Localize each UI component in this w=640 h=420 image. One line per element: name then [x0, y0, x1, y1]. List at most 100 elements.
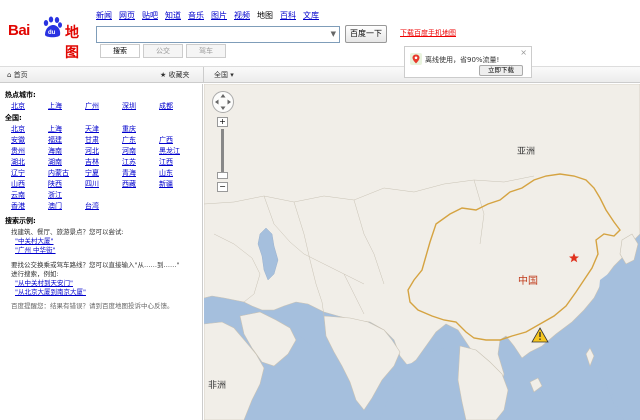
region-link[interactable]: 甘肃: [85, 135, 122, 145]
all-regions-list: 北京 上海 天津 重庆安徽 福建 甘肃 广东 广西贵州 海南 河北 河南 黑龙江湖北 湖南 吉林 江苏 江西辽…: [11, 124, 202, 211]
city-link[interactable]: 广州: [85, 101, 122, 111]
city-selector[interactable]: 全国 ▾: [214, 70, 234, 80]
label-asia: 亚洲: [517, 146, 535, 157]
map-canvas[interactable]: 亚洲 中国 非洲 + −: [204, 84, 640, 420]
example-hint: 要找公交换乘或驾车路线？您可以直接输入"从……到……": [11, 261, 180, 269]
region-link[interactable]: 贵州: [11, 146, 48, 156]
map-tiles: 亚洲 中国 非洲: [204, 84, 640, 420]
region-link[interactable]: 海南: [48, 146, 85, 156]
grid-spacer: [85, 190, 122, 200]
close-icon[interactable]: ×: [520, 48, 527, 57]
toolbar: ⌂ 首页 ★ 收藏夹 全国 ▾: [0, 66, 640, 83]
chevron-down-icon: ▾: [228, 71, 234, 79]
grid-spacer: [122, 190, 159, 200]
region-link[interactable]: 湖北: [11, 157, 48, 167]
download-app-link[interactable]: 下载百度手机地图: [400, 28, 456, 38]
search-button[interactable]: 百度一下: [345, 25, 387, 43]
example-hint: 找建筑、餐厅、旅游景点？您可以尝试:: [11, 228, 124, 236]
tab-search[interactable]: 搜索: [100, 44, 140, 58]
nav-web[interactable]: 网页: [119, 10, 135, 22]
region-link[interactable]: 江苏: [122, 157, 159, 167]
sidebar: 热点城市: 北京 上海 广州 深圳 成都 全国: 北京 上海 天津 重庆 安徽 福建 甘肃广…: [0, 84, 203, 420]
region-link[interactable]: 香港: [11, 201, 48, 211]
pan-control[interactable]: [212, 91, 234, 113]
tab-drive[interactable]: 驾车: [186, 44, 226, 58]
region-link[interactable]: 浙江: [48, 190, 85, 200]
example-link[interactable]: "从北京大厦到南京大厦": [15, 288, 86, 296]
nav-map: 地图: [257, 11, 273, 20]
region-link[interactable]: 北京: [11, 124, 48, 134]
offline-promo-popup: 离线使用，省90%流量! 立即下载 ×: [404, 46, 532, 78]
city-link[interactable]: 成都: [159, 101, 196, 111]
city-label: 全国: [214, 71, 228, 79]
baidu-map-logo[interactable]: Bai du 地图: [8, 14, 90, 61]
nav-video[interactable]: 视频: [234, 10, 250, 22]
search-input[interactable]: ▼: [96, 26, 340, 43]
grid-spacer: [159, 190, 196, 200]
region-link[interactable]: 吉林: [85, 157, 122, 167]
region-link[interactable]: 广东: [122, 135, 159, 145]
bay-of-bengal: [390, 348, 460, 420]
region-link[interactable]: 宁夏: [85, 168, 122, 178]
top-nav: 新闻 网页 贴吧 知道 音乐 图片 视频 地图 百科 文库: [96, 10, 326, 22]
nav-zhidao[interactable]: 知道: [165, 10, 181, 22]
nav-images[interactable]: 图片: [211, 10, 227, 22]
nav-wenku[interactable]: 文库: [303, 10, 319, 22]
zoom-slider-track[interactable]: [221, 129, 224, 173]
home-link[interactable]: ⌂ 首页: [7, 70, 28, 80]
zoom-out-button[interactable]: −: [217, 182, 228, 192]
region-link[interactable]: 黑龙江: [159, 146, 196, 156]
region-link[interactable]: 山东: [159, 168, 196, 178]
region-link[interactable]: 上海: [48, 124, 85, 134]
map-pin-icon: [410, 53, 422, 65]
logo-du-text: du: [48, 30, 56, 36]
region-link[interactable]: 重庆: [122, 124, 159, 134]
all-regions-title: 全国:: [5, 114, 22, 122]
region-link[interactable]: 新疆: [159, 179, 196, 189]
city-link[interactable]: 北京: [11, 101, 48, 111]
nav-music[interactable]: 音乐: [188, 10, 204, 22]
search-examples-title: 搜索示例:: [5, 217, 36, 225]
region-link[interactable]: 安徽: [11, 135, 48, 145]
region-link[interactable]: 福建: [48, 135, 85, 145]
example-link[interactable]: "从中关村到天安门": [15, 279, 73, 287]
region-link[interactable]: 湖南: [48, 157, 85, 167]
city-link[interactable]: 上海: [48, 101, 85, 111]
region-link[interactable]: 青海: [122, 168, 159, 178]
region-link[interactable]: 内蒙古: [48, 168, 85, 178]
region-link[interactable]: 辽宁: [11, 168, 48, 178]
nav-news[interactable]: 新闻: [96, 10, 112, 22]
baidu-paw-icon: du: [43, 16, 62, 38]
search-dropdown-icon[interactable]: ▼: [331, 30, 336, 38]
region-link[interactable]: 天津: [85, 124, 122, 134]
nav-baike[interactable]: 百科: [280, 10, 296, 22]
region-link[interactable]: 广西: [159, 135, 196, 145]
zoom-slider-handle[interactable]: [217, 172, 228, 179]
promo-text: 离线使用，省90%流量!: [425, 56, 500, 64]
region-link[interactable]: 河北: [85, 146, 122, 156]
feedback-note: 百度提醒您：结果有错误？请到百度地图投诉中心反馈。: [11, 302, 174, 310]
label-china: 中国: [518, 274, 538, 287]
divider: [203, 67, 204, 83]
region-link[interactable]: 河南: [122, 146, 159, 156]
region-link[interactable]: 台湾: [85, 201, 122, 211]
region-link[interactable]: 山西: [11, 179, 48, 189]
grid-spacer: [122, 201, 159, 211]
zoom-control: + −: [217, 117, 228, 192]
example-link[interactable]: "中关村大厦": [15, 237, 53, 245]
favorites-link[interactable]: ★ 收藏夹: [160, 70, 190, 80]
zoom-in-button[interactable]: +: [217, 117, 228, 127]
region-link[interactable]: 澳门: [48, 201, 85, 211]
region-link[interactable]: 四川: [85, 179, 122, 189]
download-now-button[interactable]: 立即下载: [479, 65, 523, 76]
example-link[interactable]: "广州 中华街": [15, 246, 56, 254]
region-link[interactable]: 江西: [159, 157, 196, 167]
nav-tieba[interactable]: 贴吧: [142, 10, 158, 22]
home-label: 首页: [13, 71, 28, 79]
search-mode-tabs: 搜索 公交 驾车: [100, 44, 229, 58]
region-link[interactable]: 云南: [11, 190, 48, 200]
region-link[interactable]: 陕西: [48, 179, 85, 189]
region-link[interactable]: 西藏: [122, 179, 159, 189]
tab-bus[interactable]: 公交: [143, 44, 183, 58]
city-link[interactable]: 深圳: [122, 101, 159, 111]
